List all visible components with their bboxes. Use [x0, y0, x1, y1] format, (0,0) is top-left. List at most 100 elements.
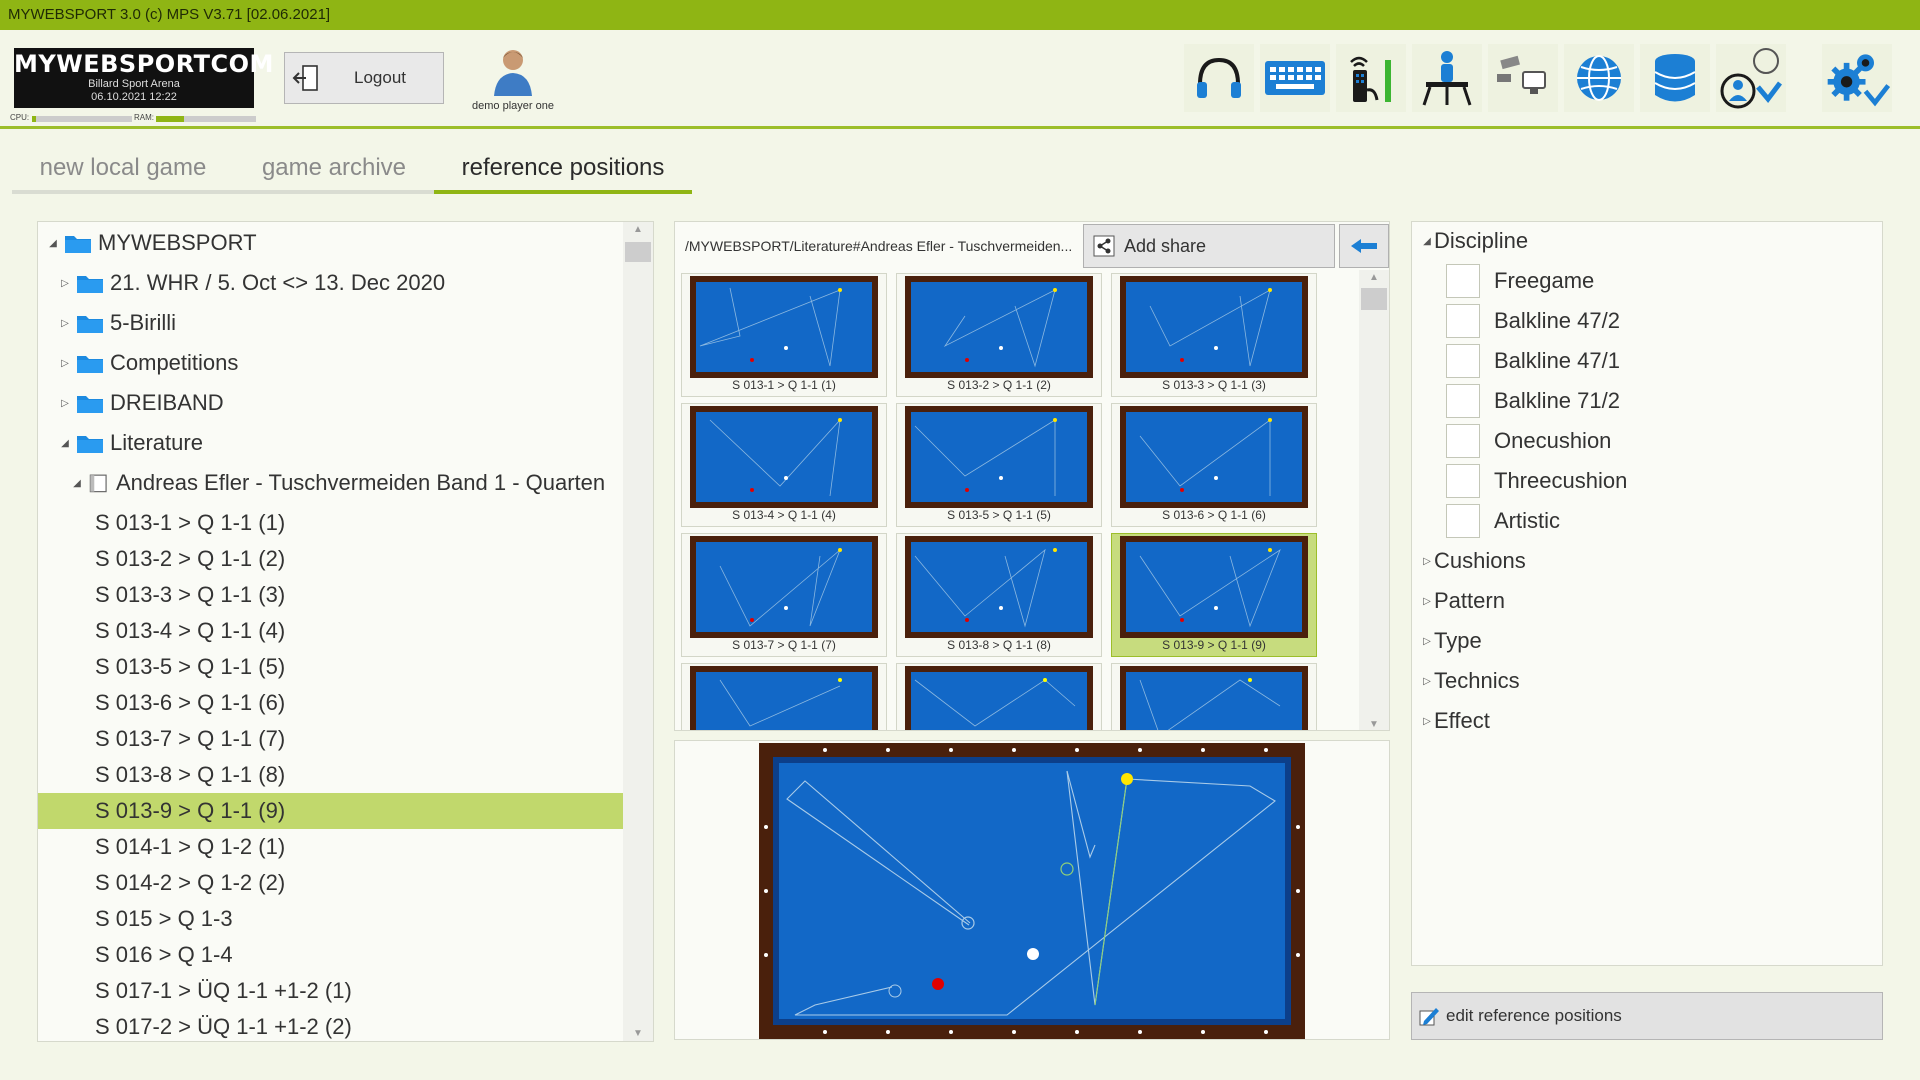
back-button[interactable] [1339, 224, 1389, 268]
camera-display-icon[interactable] [1488, 44, 1558, 112]
position-thumbnail[interactable]: S 013-1 > Q 1-1 (1) [681, 273, 887, 397]
filter-group[interactable]: ▷ Cushions [1420, 548, 1526, 574]
checkbox[interactable] [1446, 264, 1480, 298]
headphones-icon[interactable] [1184, 44, 1254, 112]
checkbox[interactable] [1446, 464, 1480, 498]
tree-item[interactable]: S 013-9 > Q 1-1 (9) [38, 793, 623, 829]
checkbox[interactable] [1446, 504, 1480, 538]
filter-group[interactable]: ▷ Type [1420, 628, 1482, 654]
checkbox[interactable] [1446, 344, 1480, 378]
collapse-arrow-icon[interactable]: ◢ [70, 478, 84, 489]
tree-item[interactable]: S 013-6 > Q 1-1 (6) [38, 685, 623, 721]
scroll-thumb[interactable] [1361, 288, 1387, 310]
billiard-table-preview[interactable] [675, 741, 1391, 1041]
thumbnail-partial[interactable] [1111, 663, 1317, 730]
discipline-option[interactable]: Onecushion [1446, 422, 1611, 460]
gallery-scrollbar[interactable]: ▲ ▼ [1359, 270, 1389, 730]
expand-arrow-icon[interactable]: ▷ [1420, 596, 1434, 607]
checkbox[interactable] [1446, 304, 1480, 338]
tab-new-local-game[interactable]: new local game [12, 148, 234, 194]
tree-item[interactable]: S 013-1 > Q 1-1 (1) [38, 505, 623, 541]
position-thumbnail[interactable]: S 013-5 > Q 1-1 (5) [896, 403, 1102, 527]
tree-item[interactable]: S 014-1 > Q 1-2 (1) [38, 829, 623, 865]
tree-item[interactable]: S 013-8 > Q 1-1 (8) [38, 757, 623, 793]
tree-item[interactable]: S 017-1 > ÜQ 1-1 +1-2 (1) [38, 973, 623, 1009]
header-divider [0, 126, 1920, 129]
expand-arrow-icon[interactable]: ▷ [1420, 636, 1434, 647]
tree-panel[interactable]: ◢ MYWEBSPORT ▷ 21. WHR / 5. Oct <> 13. D… [37, 221, 654, 1042]
folder-icon [77, 276, 103, 293]
user-profile[interactable]: demo player one [466, 44, 560, 116]
user-check-icon[interactable] [1716, 44, 1786, 112]
position-thumbnail[interactable]: S 013-4 > Q 1-1 (4) [681, 403, 887, 527]
logout-button[interactable]: Logout [284, 52, 444, 104]
tree-item[interactable]: S 013-3 > Q 1-1 (3) [38, 577, 623, 613]
filter-group[interactable]: ▷ Pattern [1420, 588, 1505, 614]
filter-group[interactable]: ▷ Technics [1420, 668, 1520, 694]
collapse-arrow-icon[interactable]: ◢ [46, 238, 60, 249]
keyboard-icon[interactable] [1260, 44, 1330, 112]
tree-node-root[interactable]: ◢ MYWEBSPORT [38, 225, 623, 261]
discipline-option[interactable]: Threecushion [1446, 462, 1627, 500]
tree-node-book[interactable]: ◢ Andreas Efler - Tuschvermeiden Band 1 … [38, 465, 623, 501]
tree-item[interactable]: S 013-5 > Q 1-1 (5) [38, 649, 623, 685]
globe-icon[interactable] [1564, 44, 1634, 112]
expand-arrow-icon[interactable]: ▷ [1420, 716, 1434, 727]
tab-game-archive[interactable]: game archive [234, 148, 434, 194]
discipline-label: Balkline 47/2 [1494, 308, 1620, 333]
position-thumbnail[interactable]: S 013-9 > Q 1-1 (9) [1111, 533, 1317, 657]
tree-node-folder[interactable]: ▷ 5-Birilli [38, 305, 623, 341]
edit-pencil-icon [1412, 1005, 1446, 1027]
tab-reference-positions[interactable]: reference positions [434, 148, 692, 194]
settings-check-icon[interactable] [1822, 44, 1892, 112]
position-thumbnail[interactable]: S 013-2 > Q 1-1 (2) [896, 273, 1102, 397]
position-thumbnail[interactable]: S 013-3 > Q 1-1 (3) [1111, 273, 1317, 397]
database-icon[interactable] [1640, 44, 1710, 112]
tree-node-folder[interactable]: ▷ 21. WHR / 5. Oct <> 13. Dec 2020 [38, 265, 623, 301]
expand-arrow-icon[interactable]: ▷ [58, 278, 72, 289]
filter-discipline[interactable]: ◢ Discipline [1420, 228, 1528, 254]
tree-scrollbar[interactable]: ▲ ▼ [623, 222, 653, 1041]
checkbox[interactable] [1446, 424, 1480, 458]
position-thumbnail[interactable]: S 013-6 > Q 1-1 (6) [1111, 403, 1317, 527]
expand-arrow-icon[interactable]: ▷ [58, 318, 72, 329]
tree-node-folder[interactable]: ▷ Competitions [38, 345, 623, 381]
scroll-up-icon[interactable]: ▲ [623, 224, 653, 235]
scroll-down-icon[interactable]: ▼ [623, 1028, 653, 1039]
discipline-option[interactable]: Artistic [1446, 502, 1560, 540]
discipline-option[interactable]: Freegame [1446, 262, 1594, 300]
tree-item[interactable]: S 015 > Q 1-3 [38, 901, 623, 937]
tree-node-folder[interactable]: ◢ Literature [38, 425, 623, 461]
thumbnail-partial[interactable] [896, 663, 1102, 730]
expand-arrow-icon[interactable]: ▷ [1420, 676, 1434, 687]
tree-item[interactable]: S 016 > Q 1-4 [38, 937, 623, 973]
presenter-icon[interactable] [1412, 44, 1482, 112]
discipline-option[interactable]: Balkline 47/1 [1446, 342, 1620, 380]
thumbnail-partial[interactable] [681, 663, 887, 730]
tree-node-folder[interactable]: ▷ DREIBAND [38, 385, 623, 421]
scroll-up-icon[interactable]: ▲ [1359, 272, 1389, 283]
tree-item[interactable]: S 014-2 > Q 1-2 (2) [38, 865, 623, 901]
filter-group-label: Technics [1434, 668, 1520, 693]
collapse-arrow-icon[interactable]: ◢ [58, 438, 72, 449]
add-share-button[interactable]: Add share [1083, 224, 1335, 268]
expand-arrow-icon[interactable]: ▷ [1420, 556, 1434, 567]
remote-signal-icon[interactable] [1336, 44, 1406, 112]
expand-arrow-icon[interactable]: ▷ [58, 358, 72, 369]
logo-text: MYWEBSPORTCOM [14, 50, 274, 78]
tree-item[interactable]: S 013-4 > Q 1-1 (4) [38, 613, 623, 649]
position-thumbnail[interactable]: S 013-7 > Q 1-1 (7) [681, 533, 887, 657]
collapse-arrow-icon[interactable]: ◢ [1420, 236, 1434, 247]
filter-group[interactable]: ▷ Effect [1420, 708, 1490, 734]
expand-arrow-icon[interactable]: ▷ [58, 398, 72, 409]
tree-item[interactable]: S 013-7 > Q 1-1 (7) [38, 721, 623, 757]
tree-item[interactable]: S 017-2 > ÜQ 1-1 +1-2 (2) [38, 1009, 623, 1041]
checkbox[interactable] [1446, 384, 1480, 418]
tree-item[interactable]: S 013-2 > Q 1-1 (2) [38, 541, 623, 577]
discipline-option[interactable]: Balkline 71/2 [1446, 382, 1620, 420]
position-thumbnail[interactable]: S 013-8 > Q 1-1 (8) [896, 533, 1102, 657]
discipline-option[interactable]: Balkline 47/2 [1446, 302, 1620, 340]
scroll-thumb[interactable] [625, 242, 651, 262]
edit-reference-positions-button[interactable]: edit reference positions [1411, 992, 1883, 1040]
scroll-down-icon[interactable]: ▼ [1359, 719, 1389, 730]
